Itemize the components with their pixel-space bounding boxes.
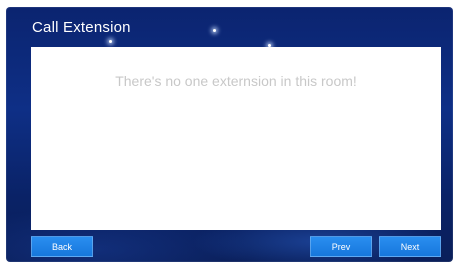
prev-button[interactable]: Prev <box>310 236 372 257</box>
back-button[interactable]: Back <box>31 236 93 257</box>
sparkle-decoration <box>213 29 216 32</box>
empty-message: There's no one externsion in this room! <box>115 73 357 89</box>
call-extension-screen: Call Extension There's no one externsion… <box>6 7 453 262</box>
extension-list-panel: There's no one externsion in this room! <box>31 47 441 230</box>
page-title: Call Extension <box>32 19 131 36</box>
sparkle-decoration <box>109 40 112 43</box>
next-button[interactable]: Next <box>379 236 441 257</box>
